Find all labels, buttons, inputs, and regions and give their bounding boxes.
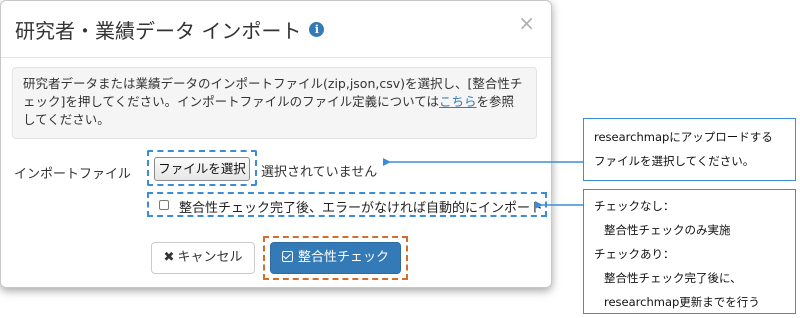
file-callout: researchmapにアップロードする ファイルを選択してください。 — [583, 118, 796, 181]
checkbox-callout-line2: 整合性チェックのみ実施 — [604, 223, 731, 237]
checkbox-callout-line3: チェックあり： — [594, 247, 675, 261]
checkbox-callout-line4: 整合性チェック完了後に、 — [604, 271, 742, 285]
file-callout-line2: ファイルを選択してください。 — [594, 154, 755, 168]
checkbox-callout-line5: researchmap更新までを行う — [604, 295, 760, 309]
checkbox-callout: チェックなし： 整合性チェックのみ実施 チェックあり： 整合性チェック完了後に、… — [583, 189, 796, 314]
file-callout-line1: researchmapにアップロードする — [594, 130, 773, 144]
checkbox-callout-line1: チェックなし： — [594, 199, 675, 213]
